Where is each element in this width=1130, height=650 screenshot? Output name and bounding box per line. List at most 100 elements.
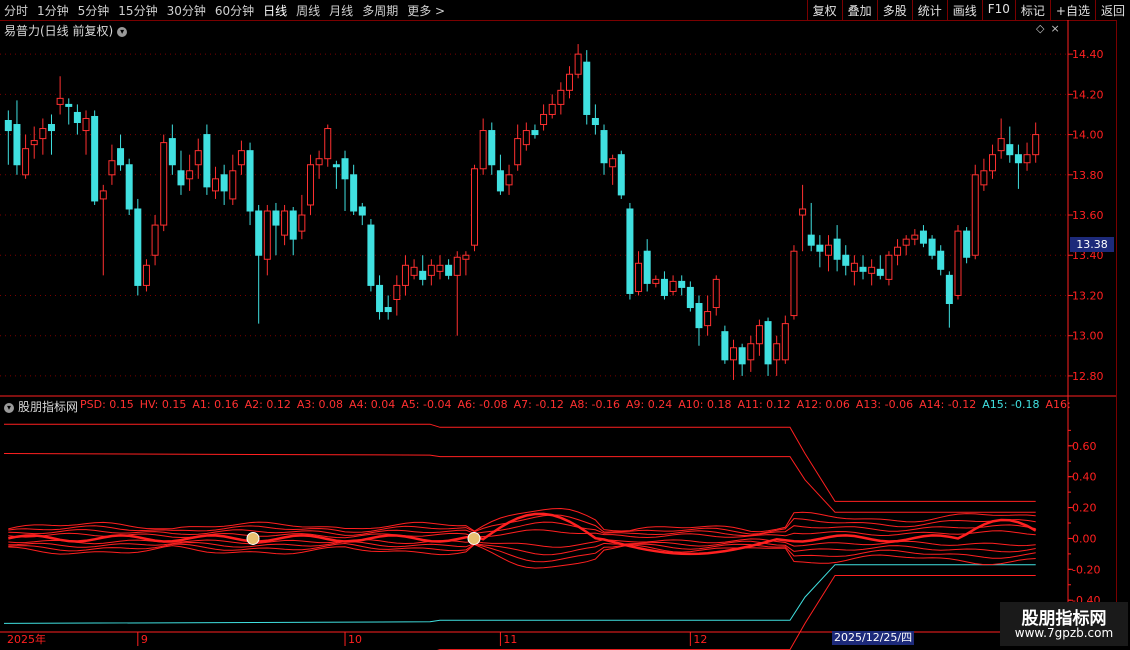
watermark-url: www.7gpzb.com (1014, 626, 1114, 640)
side-panel (1116, 20, 1130, 640)
candle-body-7 (65, 103, 73, 107)
candle-body-48 (419, 270, 427, 280)
ind-tick-label-4: -0.20 (1072, 563, 1100, 576)
candle-body-104 (902, 238, 910, 246)
candle-body-33 (289, 210, 297, 240)
candle-body-47 (410, 266, 418, 276)
candle-body-15 (134, 208, 142, 286)
candle-body-107 (928, 238, 936, 256)
candle-body-17 (151, 224, 159, 256)
candle-body-81 (704, 311, 712, 327)
candle-body-44 (384, 307, 392, 313)
candle-body-27 (237, 150, 245, 166)
candle-body-111 (963, 230, 971, 258)
candle-body-103 (894, 246, 902, 256)
candle-body-64 (557, 89, 565, 105)
candle-body-40 (350, 174, 358, 212)
candle-body-59 (514, 138, 522, 166)
candle-body-18 (160, 142, 168, 226)
candle-body-60 (522, 130, 530, 146)
candle-body-112 (971, 174, 979, 256)
candle-body-93 (807, 234, 815, 246)
candle-body-38 (332, 164, 340, 168)
candle-body-24 (212, 178, 220, 192)
candle-body-79 (686, 286, 694, 309)
candle-body-106 (919, 230, 927, 244)
candle-body-21 (186, 170, 194, 180)
candle-body-50 (436, 264, 444, 272)
candle-body-110 (954, 230, 962, 296)
candle-body-85 (738, 347, 746, 365)
candle-body-46 (401, 264, 409, 286)
candle-body-84 (730, 347, 738, 361)
candle-body-119 (1032, 134, 1040, 156)
candle-body-20 (177, 170, 185, 186)
ind-tick-label-2: 0.20 (1072, 502, 1097, 515)
chart-canvas: 12.8013.0013.2013.4013.6013.8014.0014.20… (0, 20, 1116, 650)
candle-body-76 (660, 278, 668, 296)
price-tick-label-2: 13.20 (1072, 289, 1104, 302)
candle-body-97 (842, 254, 850, 266)
ind-tick-label-1: 0.40 (1072, 471, 1097, 484)
candle-body-83 (721, 331, 729, 361)
candle-body-89 (773, 343, 781, 361)
candle-body-109 (945, 274, 953, 305)
candle-body-54 (471, 168, 479, 246)
money-bag-icon (467, 531, 481, 545)
date-label-3: 11 (503, 633, 517, 646)
watermark: 股朋指标网 www.7gpzb.com (1000, 602, 1128, 646)
candle-body-91 (790, 250, 798, 317)
date-label-1: 9 (141, 633, 148, 646)
candle-body-10 (91, 115, 99, 202)
candle-body-105 (911, 234, 919, 240)
candle-body-92 (799, 208, 807, 216)
candle-body-78 (678, 280, 686, 288)
candle-body-39 (341, 158, 349, 180)
spread-line-3 (8, 529, 1036, 539)
ind-tick-label-3: 0.00 (1072, 532, 1097, 545)
price-tick-label-8: 14.40 (1072, 48, 1104, 61)
candle-body-72 (626, 208, 634, 294)
current-price-tag: 13.38 (1070, 237, 1114, 252)
candle-body-82 (712, 278, 720, 309)
candle-body-100 (868, 266, 876, 274)
candle-body-56 (488, 130, 496, 166)
candle-body-11 (99, 190, 107, 200)
band-lower-inner (3, 564, 1036, 624)
candle-body-30 (263, 210, 271, 260)
candle-body-43 (376, 284, 384, 313)
candle-body-49 (427, 264, 435, 276)
candle-body-3 (30, 140, 38, 146)
candle-body-67 (583, 61, 591, 115)
price-tick-label-4: 13.60 (1072, 209, 1104, 222)
candle-body-75 (652, 278, 660, 284)
candle-body-45 (393, 284, 401, 300)
candle-body-86 (747, 343, 755, 361)
candle-body-108 (937, 250, 945, 270)
candle-body-80 (695, 303, 703, 329)
band-upper-outer (4, 423, 1036, 502)
candle-body-32 (281, 210, 289, 236)
date-label-0: 2025年 (7, 632, 46, 646)
candle-body-90 (781, 323, 789, 361)
date-label-2: 10 (348, 633, 362, 646)
candle-body-31 (272, 210, 280, 226)
candle-body-13 (117, 148, 125, 166)
candle-body-58 (505, 174, 513, 186)
price-tick-label-0: 12.80 (1072, 370, 1104, 383)
candle-body-94 (816, 244, 824, 252)
candle-body-98 (850, 262, 858, 272)
money-bag-icon (246, 531, 260, 545)
candle-body-42 (367, 224, 375, 286)
candle-body-51 (445, 264, 453, 276)
candle-body-6 (56, 97, 64, 105)
candle-body-28 (246, 150, 254, 212)
candle-body-70 (609, 158, 617, 168)
price-tick-label-5: 13.80 (1072, 169, 1104, 182)
ind-tick-label-0: 0.60 (1072, 440, 1097, 453)
date-label-4: 12 (693, 633, 707, 646)
candle-body-4 (39, 128, 47, 140)
candle-body-14 (125, 164, 133, 210)
candle-body-5 (47, 124, 55, 132)
candle-body-35 (306, 164, 314, 206)
